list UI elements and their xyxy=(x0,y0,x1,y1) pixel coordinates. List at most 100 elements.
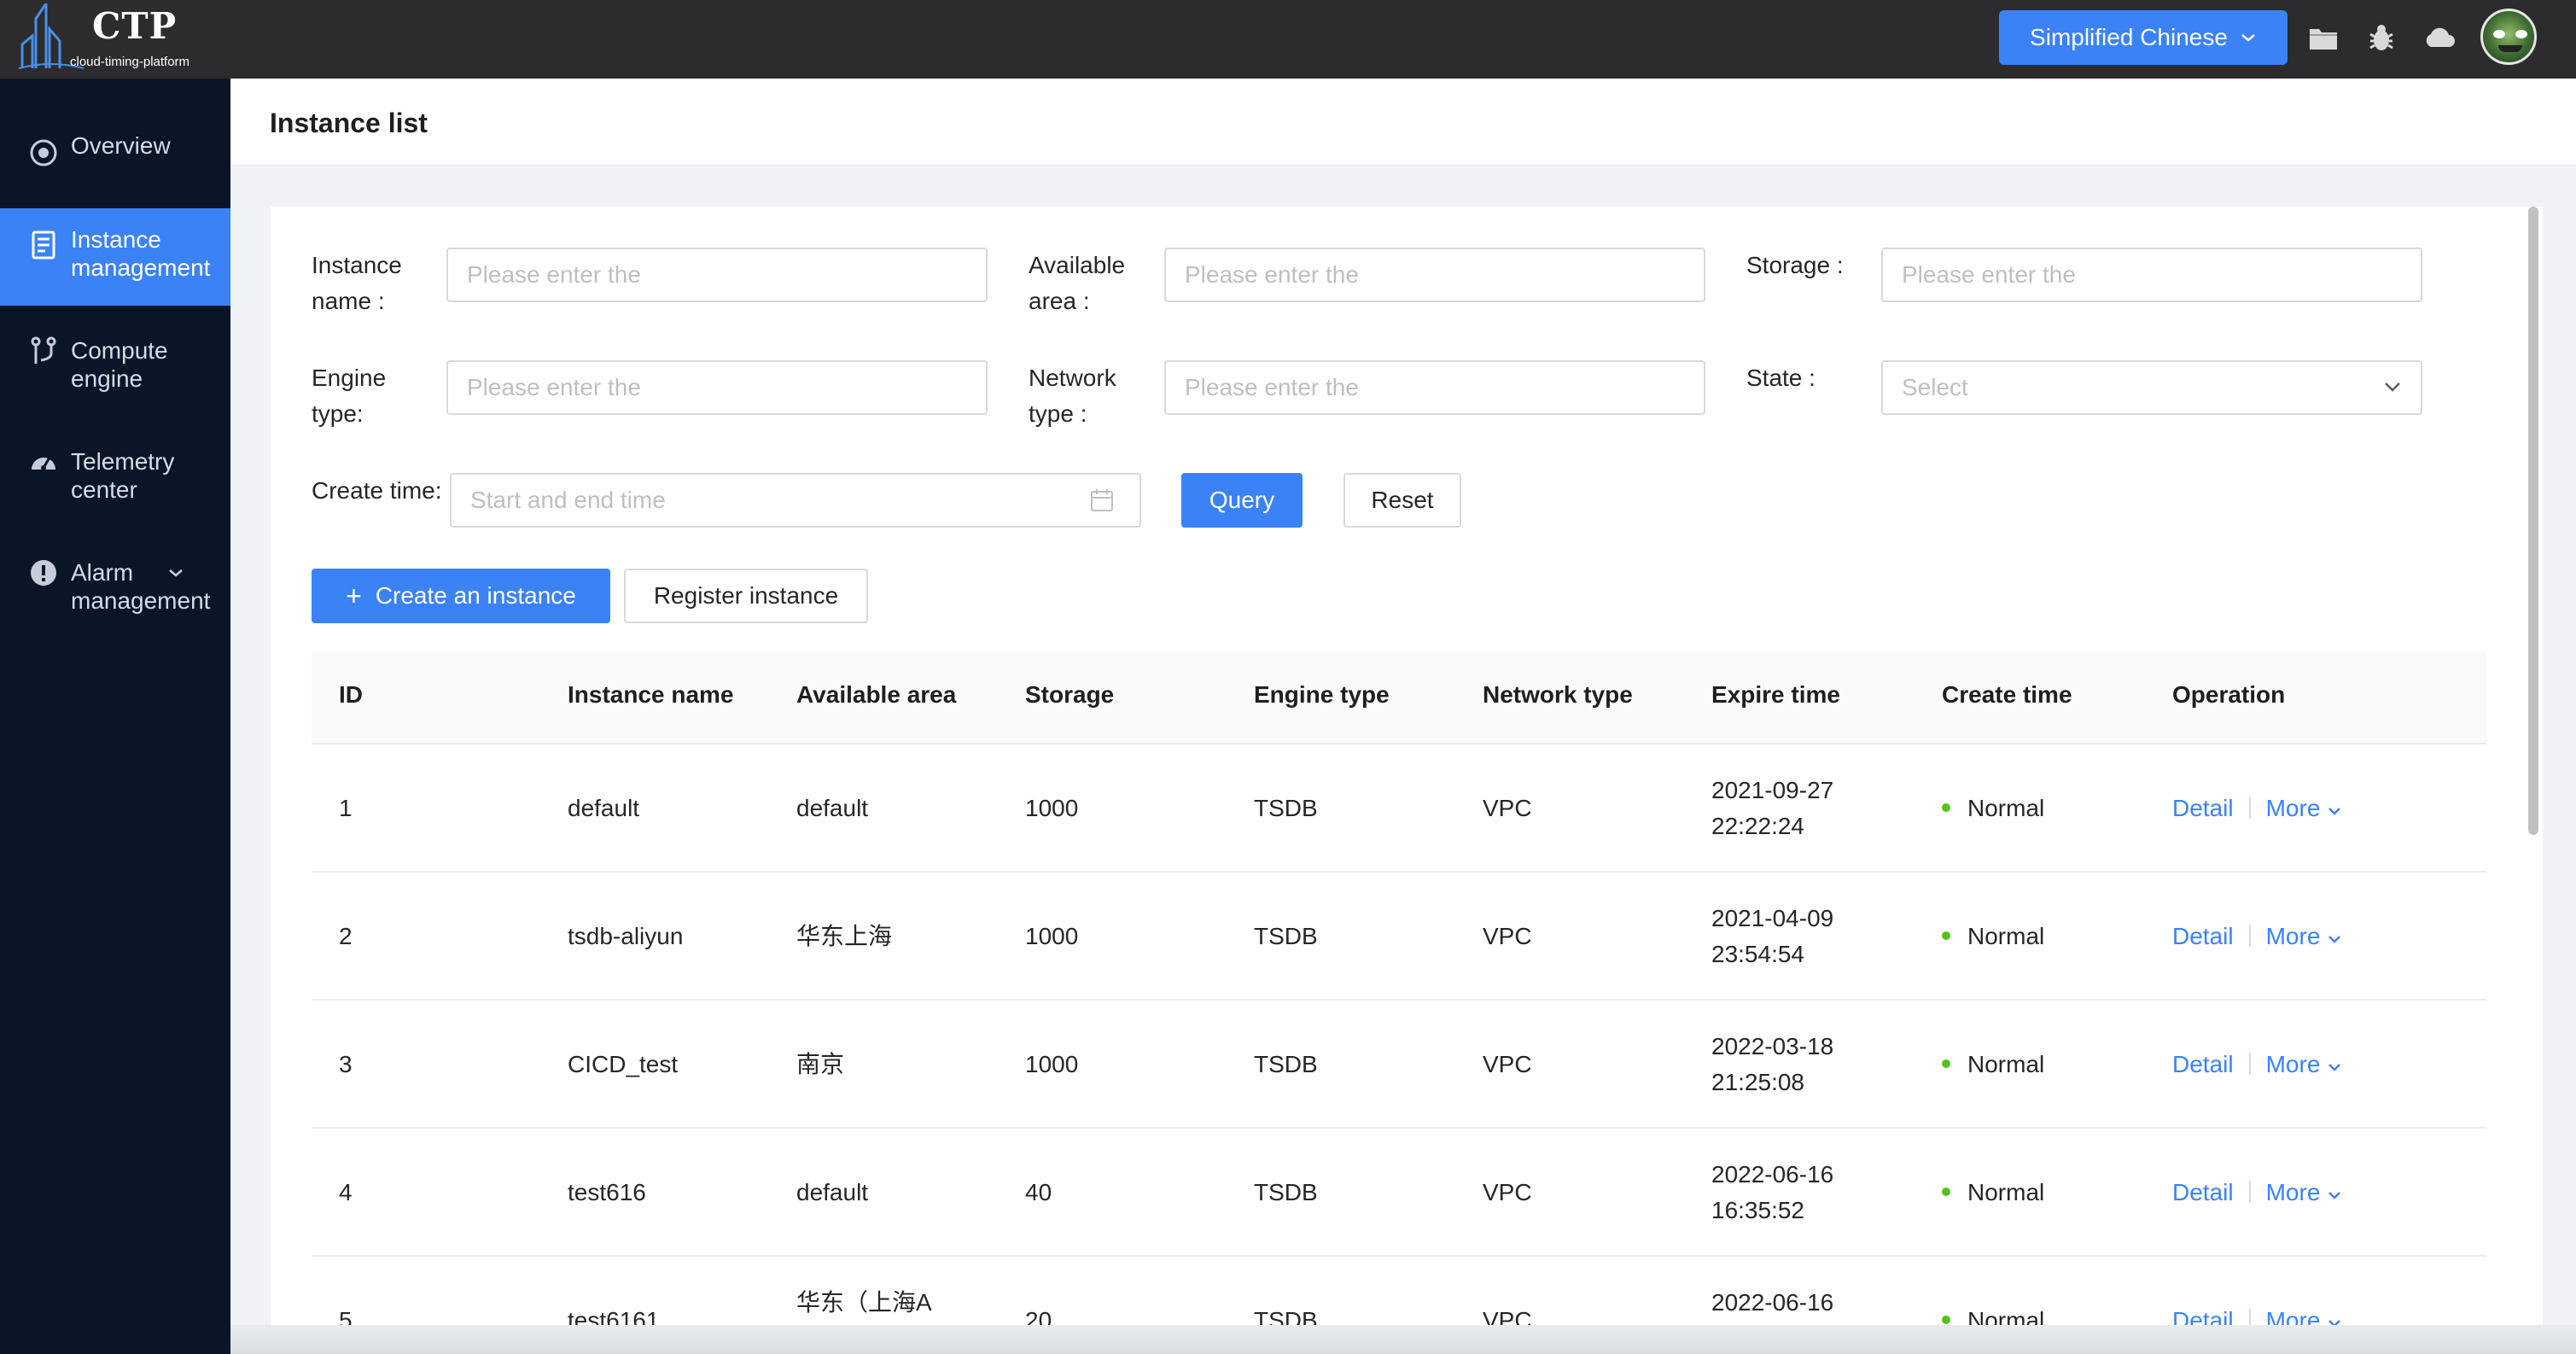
cell-engine-type: TSDB xyxy=(1254,795,1318,821)
cell-expire-date: 2022-03-18 xyxy=(1711,1033,1834,1059)
cell-expire-date: 2022-06-16 xyxy=(1711,1161,1834,1188)
create-time-range-picker[interactable]: Start and end time xyxy=(450,473,1141,528)
logo[interactable]: CTP cloud-timing-platform xyxy=(17,3,213,72)
status-dot xyxy=(1942,802,1950,812)
detail-link[interactable]: Detail xyxy=(2172,795,2234,821)
divider xyxy=(2248,796,2251,819)
page-header: Instance list xyxy=(230,79,2576,166)
divider xyxy=(2248,1180,2251,1203)
status-dot xyxy=(1942,931,1950,940)
cell-available-area: default xyxy=(796,1179,869,1205)
sidebar-item-label: Overview xyxy=(71,132,171,159)
cell-expire-time: 22:22:24 xyxy=(1711,813,1804,839)
engine-type-input[interactable]: Please enter the xyxy=(446,360,988,415)
state-label: State : xyxy=(1746,365,1815,391)
column-header-storage: Storage xyxy=(1025,681,1115,708)
cell-id: 1 xyxy=(339,795,353,821)
column-header-id: ID xyxy=(339,681,363,708)
instance-name-label: Instance name : xyxy=(312,252,402,314)
cell-expire-time: 16:35:52 xyxy=(1711,1197,1804,1223)
more-dropdown[interactable]: More xyxy=(2266,795,2343,821)
column-header-expire-time: Expire time xyxy=(1711,681,1840,708)
cell-available-area: 华东（上海A xyxy=(796,1289,932,1316)
chevron-down-icon xyxy=(2328,1192,2341,1199)
instance-name-input[interactable]: Please enter the xyxy=(446,248,988,302)
content-card: Instance name : Please enter the Availabl… xyxy=(271,207,2543,1354)
chevron-down-icon xyxy=(169,569,183,577)
chevron-down-icon xyxy=(2241,34,2255,42)
detail-link[interactable]: Detail xyxy=(2172,923,2234,949)
sidebar-item-label: Compute xyxy=(71,337,168,364)
sidebar-item-label: Instance xyxy=(71,226,161,253)
table-row: 1 default default 1000 TSDB VPC 2021-09-… xyxy=(312,744,2486,873)
sidebar-item-label: management xyxy=(71,254,211,281)
language-select-button[interactable]: Simplified Chinese xyxy=(1999,10,2288,65)
chevron-down-icon xyxy=(2328,1064,2341,1071)
cell-instance-name: CICD_test xyxy=(568,1051,679,1077)
create-instance-button[interactable]: + Create an instance xyxy=(312,569,610,623)
reset-button[interactable]: Reset xyxy=(1343,473,1461,528)
language-label: Simplified Chinese xyxy=(2030,24,2228,50)
cell-expire-date: 2021-04-09 xyxy=(1711,905,1834,931)
table-row: 3 CICD_test 南京 1000 TSDB VPC 2022-03-18 … xyxy=(312,1001,2486,1129)
detail-link[interactable]: Detail xyxy=(2172,1051,2234,1077)
cell-available-area: 南京 xyxy=(796,1051,845,1077)
cell-operation: Detail More xyxy=(2172,1175,2342,1211)
overview-icon xyxy=(30,139,57,166)
cell-network-type: VPC xyxy=(1483,923,1532,949)
cloud-icon[interactable] xyxy=(2422,20,2457,55)
cell-status: Normal xyxy=(1942,919,2044,954)
sidebar-item-telemetry-center[interactable]: Telemetry center xyxy=(0,447,230,507)
cell-status: Normal xyxy=(1942,791,2044,826)
cell-engine-type: TSDB xyxy=(1254,1051,1318,1077)
chevron-down-icon xyxy=(2328,936,2341,943)
cell-engine-type: TSDB xyxy=(1254,923,1318,949)
state-select[interactable]: Select xyxy=(1881,360,2422,415)
brand-subtitle: cloud-timing-platform xyxy=(70,55,190,69)
sidebar-item-label: Telemetry xyxy=(71,448,175,475)
available-area-label: Available area : xyxy=(1029,252,1126,314)
more-dropdown[interactable]: More xyxy=(2266,1179,2343,1205)
sidebar: Overview Instance management Compute eng… xyxy=(0,79,230,1354)
user-avatar[interactable] xyxy=(2480,9,2537,65)
sidebar-item-compute-engine[interactable]: Compute engine xyxy=(0,336,230,396)
column-header-network-type: Network type xyxy=(1483,681,1633,708)
table-header: ID Instance name Available area Storage … xyxy=(312,651,2486,744)
sidebar-item-instance-management[interactable]: Instance management xyxy=(0,208,230,306)
brand-name: CTP xyxy=(92,5,178,47)
sidebar-item-label: engine xyxy=(71,365,143,392)
sidebar-item-overview[interactable]: Overview xyxy=(0,131,230,183)
cell-id: 3 xyxy=(339,1051,353,1077)
calendar-icon xyxy=(1091,489,1113,511)
column-header-engine-type: Engine type xyxy=(1254,681,1390,708)
query-button[interactable]: Query xyxy=(1181,473,1303,528)
page-title: Instance list xyxy=(270,108,428,138)
cell-expire-time: 21:25:08 xyxy=(1711,1069,1804,1095)
sidebar-item-label: management xyxy=(71,587,211,614)
status-dot xyxy=(1942,1315,1950,1324)
network-type-input[interactable]: Please enter the xyxy=(1164,360,1705,415)
more-dropdown[interactable]: More xyxy=(2266,1051,2343,1077)
sidebar-item-alarm-management[interactable]: Alarm management xyxy=(0,558,230,618)
storage-label: Storage : xyxy=(1746,252,1844,278)
horizontal-scroll-area xyxy=(230,1325,2576,1354)
bug-icon[interactable] xyxy=(2364,20,2398,55)
detail-link[interactable]: Detail xyxy=(2172,1179,2234,1205)
scrollbar[interactable] xyxy=(2528,207,2538,835)
state-select-placeholder: Select xyxy=(1902,374,1968,400)
plus-icon: + xyxy=(346,580,362,611)
date-range-placeholder: Start and end time xyxy=(470,487,666,513)
more-dropdown[interactable]: More xyxy=(2266,923,2343,949)
table-row: 4 test616 default 40 TSDB VPC 2022-06-16… xyxy=(312,1129,2486,1257)
column-header-operation: Operation xyxy=(2172,681,2286,708)
folder-icon[interactable] xyxy=(2306,20,2340,55)
status-dot xyxy=(1942,1059,1950,1068)
cell-operation: Detail More xyxy=(2172,791,2342,826)
column-header-instance-name: Instance name xyxy=(568,681,734,708)
available-area-input[interactable]: Please enter the xyxy=(1164,248,1705,302)
cell-network-type: VPC xyxy=(1483,1179,1532,1205)
cell-id: 4 xyxy=(339,1179,353,1205)
chevron-down-icon xyxy=(2385,382,2400,392)
register-instance-button[interactable]: Register instance xyxy=(624,569,868,623)
storage-input[interactable]: Please enter the xyxy=(1881,248,2422,302)
